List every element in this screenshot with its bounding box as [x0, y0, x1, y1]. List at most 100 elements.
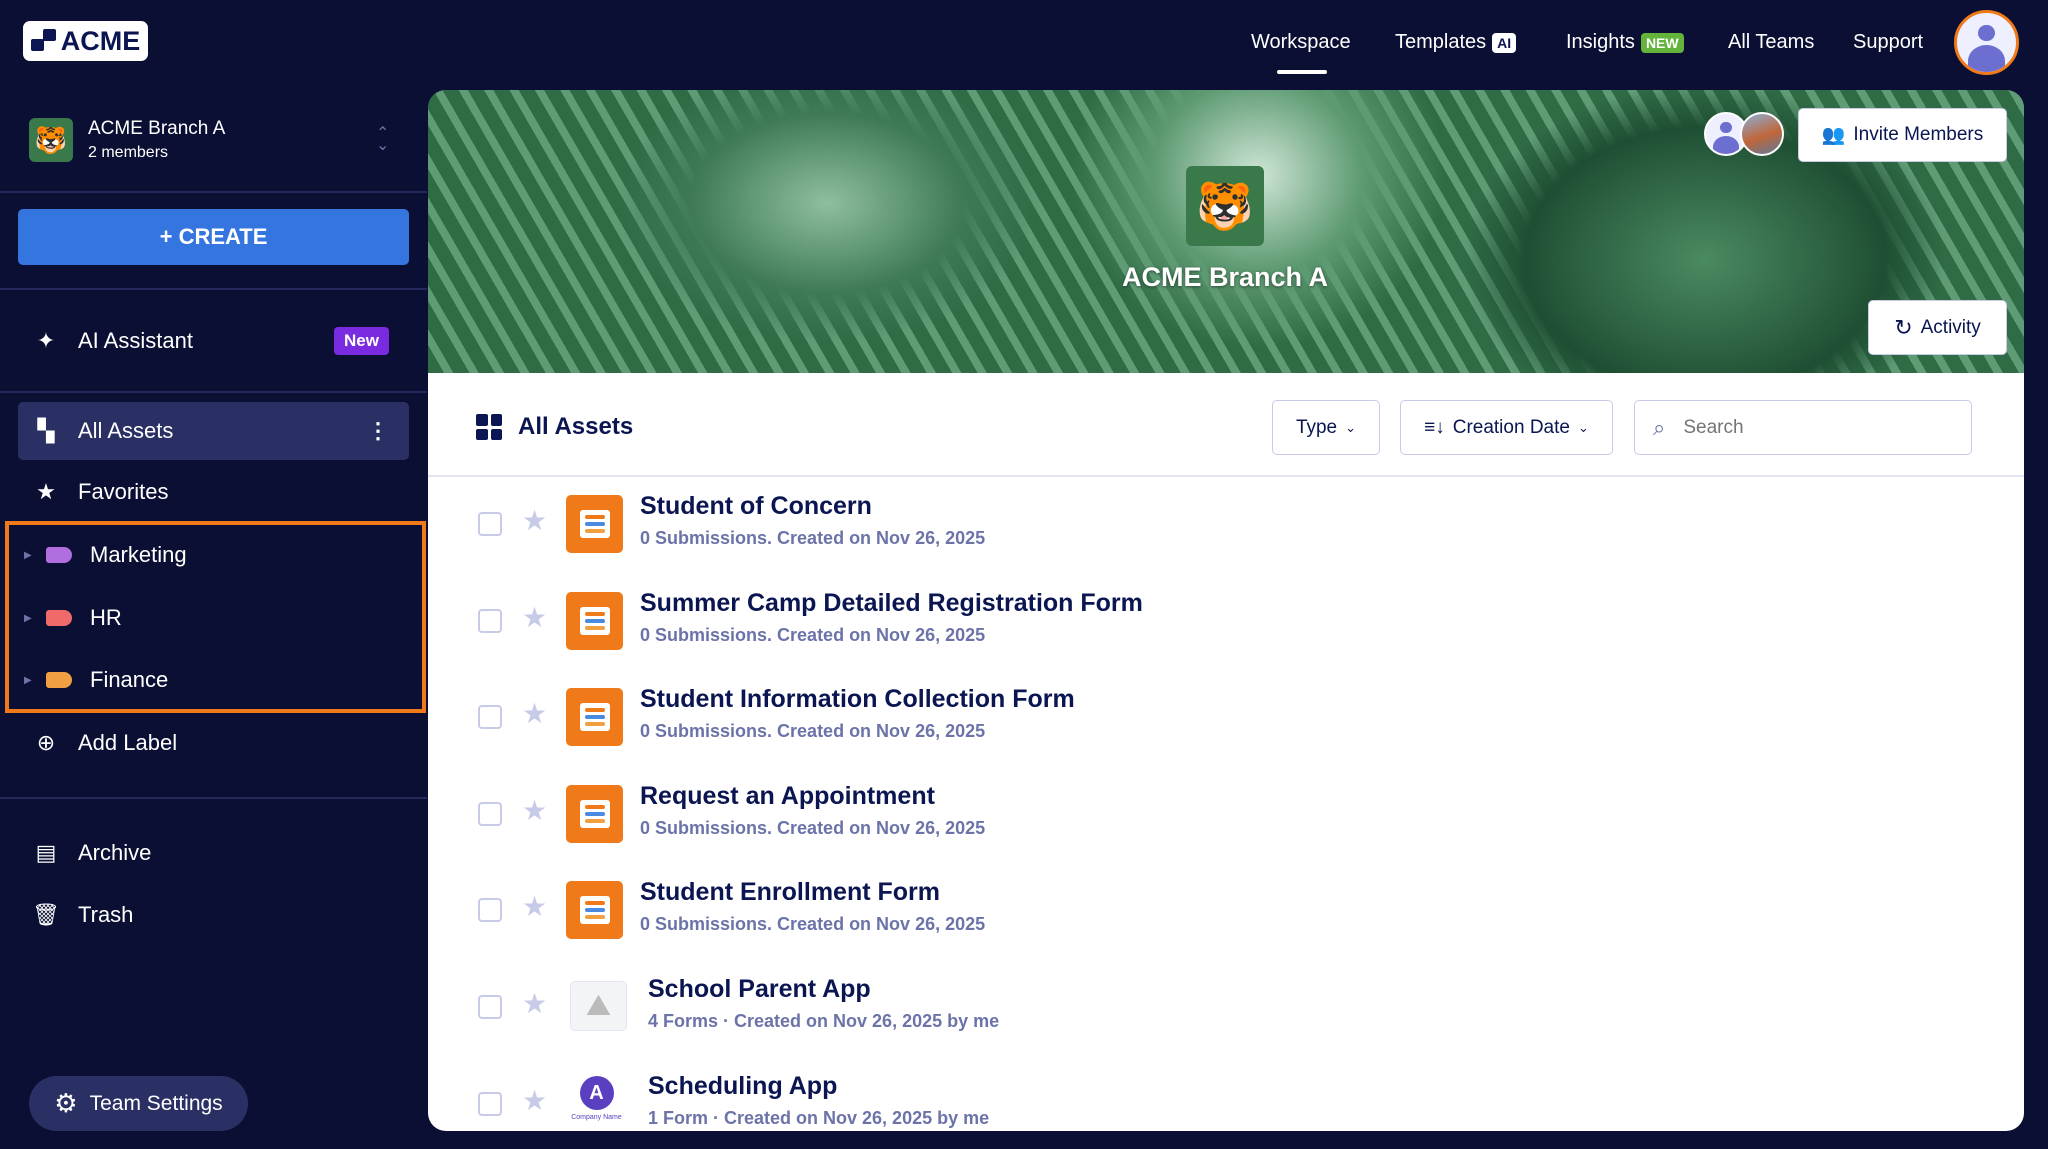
row-checkbox[interactable]: [478, 512, 502, 536]
asset-meta: 0 Submissions. Created on Nov 26, 2025: [640, 528, 986, 548]
row-checkbox[interactable]: [478, 1091, 502, 1116]
asset-meta: 0 Submissions. Created on Nov 26, 2025: [640, 721, 986, 742]
divider: [0, 288, 427, 290]
divider: [0, 797, 427, 799]
asset-row[interactable]: ★ Student Enrollment Form 0 Submissions. C…: [428, 876, 2024, 972]
row-checkbox[interactable]: [478, 705, 502, 730]
star-icon[interactable]: ★: [522, 697, 547, 730]
form-icon: [566, 784, 623, 843]
asset-title[interactable]: Student Enrollment Form: [640, 878, 940, 907]
new-badge: NEW: [1640, 32, 1684, 53]
asset-row[interactable]: ★ Summer Camp Detailed Registration Form 0…: [428, 587, 2024, 683]
sort-icon: ≡↓: [1424, 416, 1445, 438]
star-icon[interactable]: ★: [522, 987, 547, 1020]
member-avatar[interactable]: [1740, 112, 1784, 156]
asset-title[interactable]: Scheduling App: [648, 1072, 837, 1101]
caret-right-icon[interactable]: ▶: [24, 613, 32, 624]
new-badge: New: [334, 327, 389, 355]
add-users-icon: 👥: [1821, 125, 1846, 146]
section-title: All Assets: [518, 413, 634, 440]
star-icon[interactable]: ★: [522, 890, 547, 923]
user-icon: [1957, 13, 2016, 72]
divider: [0, 391, 427, 393]
search-input[interactable]: [1683, 416, 1924, 439]
asset-title[interactable]: Summer Camp Detailed Registration Form: [640, 589, 1143, 618]
type-filter-dropdown[interactable]: Type ⌄: [1272, 400, 1380, 455]
chevron-updown-icon[interactable]: ⌃ ⌄: [376, 126, 389, 154]
caret-right-icon[interactable]: ▶: [24, 550, 32, 561]
search-box[interactable]: ⌕: [1634, 400, 1972, 455]
nav-all-teams[interactable]: All Teams: [1728, 31, 1814, 54]
activity-button[interactable]: ↻ Activity: [1868, 300, 2007, 355]
label-tag-icon: [46, 610, 72, 626]
trash-icon: 🗑: [32, 902, 60, 927]
nav-support[interactable]: Support: [1853, 31, 1923, 54]
sidebar-item-archive[interactable]: ▤ Archive: [18, 824, 409, 882]
acme-logo[interactable]: ACME: [23, 21, 148, 61]
nav-templates[interactable]: Templates AI: [1395, 31, 1517, 54]
asset-title[interactable]: Student Information Collection Form: [640, 685, 1075, 714]
chevron-down-icon: ⌄: [1577, 419, 1589, 435]
star-icon[interactable]: ★: [522, 601, 547, 634]
asset-title[interactable]: School Parent App: [648, 975, 871, 1004]
divider: [428, 475, 2024, 477]
add-label-button[interactable]: ⊕ Add Label: [18, 714, 409, 772]
sidebar-item-all-assets[interactable]: ▚ All Assets ⋮: [18, 402, 409, 460]
form-icon: [566, 881, 623, 940]
sidebar-item-favorites[interactable]: ★ Favorites: [18, 463, 409, 521]
row-checkbox[interactable]: [478, 898, 502, 923]
caret-right-icon[interactable]: ▶: [24, 675, 32, 686]
form-icon: [566, 688, 623, 747]
asset-title[interactable]: Student of Concern: [640, 492, 872, 521]
sidebar-item-trash[interactable]: 🗑 Trash: [18, 886, 409, 944]
team-settings-button[interactable]: ⚙ Team Settings: [29, 1076, 248, 1131]
form-icon: [566, 591, 623, 650]
ai-badge: AI: [1492, 32, 1517, 53]
asset-row[interactable]: ★ Request an Appointment 0 Submissions. Cr…: [428, 780, 2024, 876]
label-tag-icon: [46, 672, 72, 688]
form-icon: [566, 495, 623, 553]
logo-mark-icon: [30, 29, 57, 53]
asset-row[interactable]: ★ Student Information Collection Form 0 Su…: [428, 683, 2024, 779]
active-tab-indicator: [1277, 70, 1327, 74]
asset-row[interactable]: ★ ⛰ School Parent App 4 Forms · Created on …: [428, 973, 2024, 1069]
image-placeholder-icon: ⛰: [570, 981, 627, 1031]
asset-title[interactable]: Request an Appointment: [640, 782, 935, 811]
sidebar-item-ai-assistant[interactable]: ✦ AI Assistant New: [18, 312, 409, 370]
grid-icon: ▚: [37, 418, 55, 443]
create-button[interactable]: + CREATE: [18, 209, 409, 265]
nav-insights[interactable]: Insights NEW: [1566, 31, 1684, 54]
sidebar-label-finance[interactable]: ▶ Finance: [22, 651, 413, 709]
asset-row[interactable]: ★ A Company Name Scheduling App 1 Form · Cre…: [428, 1070, 2024, 1131]
row-checkbox[interactable]: [478, 801, 502, 826]
team-avatar-icon: 🐯: [29, 118, 73, 162]
grid-icon: [476, 414, 502, 440]
nav-workspace[interactable]: Workspace: [1251, 31, 1351, 54]
user-avatar[interactable]: [1954, 10, 2019, 75]
main-panel: 🐯 ACME Branch A 👥 Invite Members ↻ Activit…: [428, 90, 2024, 1131]
team-switcher[interactable]: 🐯 ACME Branch A 2 members: [29, 118, 225, 162]
team-members: 2 members: [88, 144, 169, 161]
search-icon: ⌕: [1653, 414, 1666, 440]
asset-row[interactable]: ★ Student of Concern 0 Submissions. Create…: [428, 490, 2024, 586]
more-options-icon[interactable]: ⋮: [367, 418, 389, 444]
star-icon[interactable]: ★: [522, 1084, 547, 1117]
invite-members-button[interactable]: 👥 Invite Members: [1798, 108, 2007, 162]
row-checkbox[interactable]: [478, 995, 502, 1019]
star-icon[interactable]: ★: [522, 504, 547, 537]
history-icon: ↻: [1894, 314, 1913, 340]
gear-icon: ⚙: [54, 1088, 78, 1118]
sidebar-label-hr[interactable]: ▶ HR: [22, 589, 413, 647]
asset-meta: 4 Forms · Created on Nov 26, 2025 by me: [648, 1011, 1000, 1031]
sidebar-label-marketing[interactable]: ▶ Marketing: [22, 526, 413, 584]
asset-meta: 0 Submissions. Created on Nov 26, 2025: [640, 914, 986, 935]
label-tag-icon: [46, 547, 72, 563]
sparkles-icon: ✦: [36, 328, 56, 353]
star-icon[interactable]: ★: [522, 794, 547, 827]
sort-dropdown[interactable]: ≡↓ Creation Date ⌄: [1400, 400, 1613, 455]
divider: [0, 191, 427, 193]
row-checkbox[interactable]: [478, 608, 502, 633]
company-logo-icon: A Company Name: [568, 1070, 625, 1128]
asset-meta: 0 Submissions. Created on Nov 26, 2025: [640, 624, 986, 645]
asset-meta: 1 Form · Created on Nov 26, 2025 by me: [648, 1107, 990, 1128]
